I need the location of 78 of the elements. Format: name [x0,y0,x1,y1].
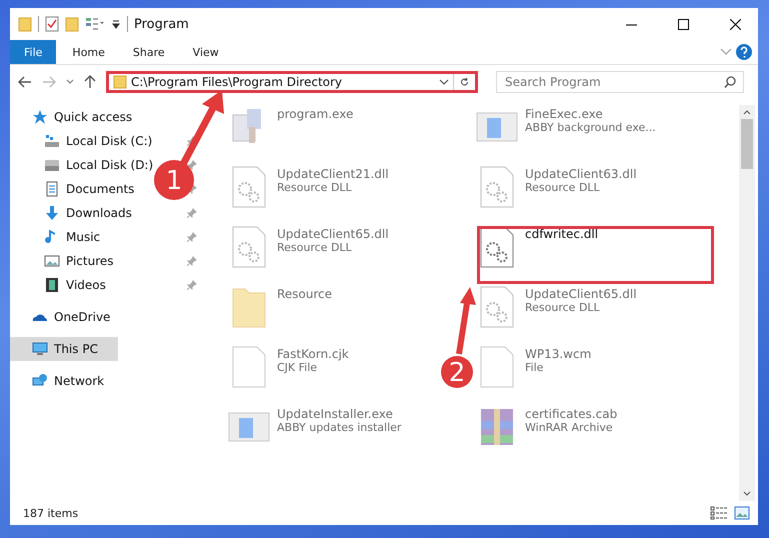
pin-icon[interactable] [187,208,197,218]
up-arrow-icon[interactable] [84,75,96,89]
file-name: UpdateClient65.dll [525,287,637,301]
download-icon [44,205,60,221]
nav-item[interactable]: Music [44,225,100,249]
nav-item[interactable]: Local Disk (D:) [44,153,154,177]
file-name: program.exe [277,107,354,121]
file-name: FastKorn.cjk [277,347,349,361]
ribbon-tab[interactable]: File [10,40,56,64]
search-field[interactable]: Search Program [496,71,744,93]
back-arrow-icon[interactable] [18,76,32,88]
file-type: CJK File [277,361,318,374]
checklist-icon[interactable] [45,16,59,32]
ribbon-tab[interactable]: View [180,40,231,64]
nav-item[interactable]: Quick access [10,105,132,129]
file-name: Resource [277,287,332,301]
disk-c-icon [44,133,60,149]
folder-icon[interactable] [18,16,32,32]
doc-icon [44,181,60,197]
file-type: File [525,361,544,374]
nav-item[interactable]: OneDrive [10,305,118,329]
item-count: 187 items [23,506,78,520]
address-bar[interactable]: C:\Program Files\Program Directory [106,71,478,93]
dropdown-icon[interactable] [111,18,121,30]
nav-item[interactable]: Pictures [44,249,114,273]
properties-icon[interactable] [85,17,105,31]
large-icons-view-icon[interactable] [734,506,750,520]
file-type: Resource DLL [277,241,353,254]
file-type: Resource DLL [277,181,353,194]
picture-icon [44,253,60,269]
file-type: ABBY updates installer [277,421,402,434]
address-path: C:\Program Files\Program Directory [131,75,344,89]
step-number-badge: 2 [441,356,473,388]
file-type: WinRAR Archive [525,421,614,434]
refresh-icon [460,76,469,88]
window-title: Program [134,16,189,32]
maximize-icon [678,18,688,30]
file-name: UpdateInstaller.exe [277,407,394,421]
folder-icon[interactable] [65,16,79,32]
nav-item[interactable]: Downloads [44,201,132,225]
chevron-down-icon[interactable] [66,79,74,85]
file-name: UpdateClient63.dll [525,167,637,181]
forward-arrow-icon[interactable] [42,76,56,88]
pc-icon [32,341,48,357]
nav-item[interactable]: This PC [10,337,118,361]
close-icon [730,18,740,30]
chevron-down-icon[interactable] [439,79,449,85]
file-name: certificates.cab [525,407,618,421]
nav-item[interactable]: Videos [44,273,106,297]
step-number-badge: 1 [154,160,194,200]
video-icon [44,277,60,293]
file-type: ABBY background exe... [525,121,656,134]
scroll-thumb[interactable] [741,119,753,169]
file-name: UpdateClient21.dll [277,167,389,181]
pin-icon[interactable] [187,160,197,170]
scrollbar[interactable] [739,105,755,501]
pin-icon[interactable] [187,232,197,242]
star-icon [32,109,48,125]
nav-item[interactable]: Network [10,369,118,393]
search-icon [724,76,736,88]
scroll-up-icon[interactable] [743,109,751,115]
file-type: Resource DLL [525,181,601,194]
ribbon-tab[interactable]: Share [120,40,177,64]
scroll-down-icon[interactable] [743,491,751,497]
file-name: FineExec.exe [525,107,604,121]
file-name: WP13.wcm [525,347,592,361]
details-view-icon[interactable] [710,506,728,520]
file-type: Resource DLL [525,301,601,314]
pin-icon[interactable] [187,280,197,290]
pin-icon[interactable] [187,256,197,266]
callout-arrow [456,287,476,354]
folder-icon [113,75,127,89]
file-name: UpdateClient65.dll [277,227,389,241]
ribbon-tab[interactable]: Home [60,40,117,64]
file-name: cdfwritec.dll [525,227,598,241]
nav-item[interactable]: Local Disk (C:) [44,129,152,153]
help-icon[interactable] [736,44,752,60]
nav-item[interactable]: Documents [44,177,134,201]
